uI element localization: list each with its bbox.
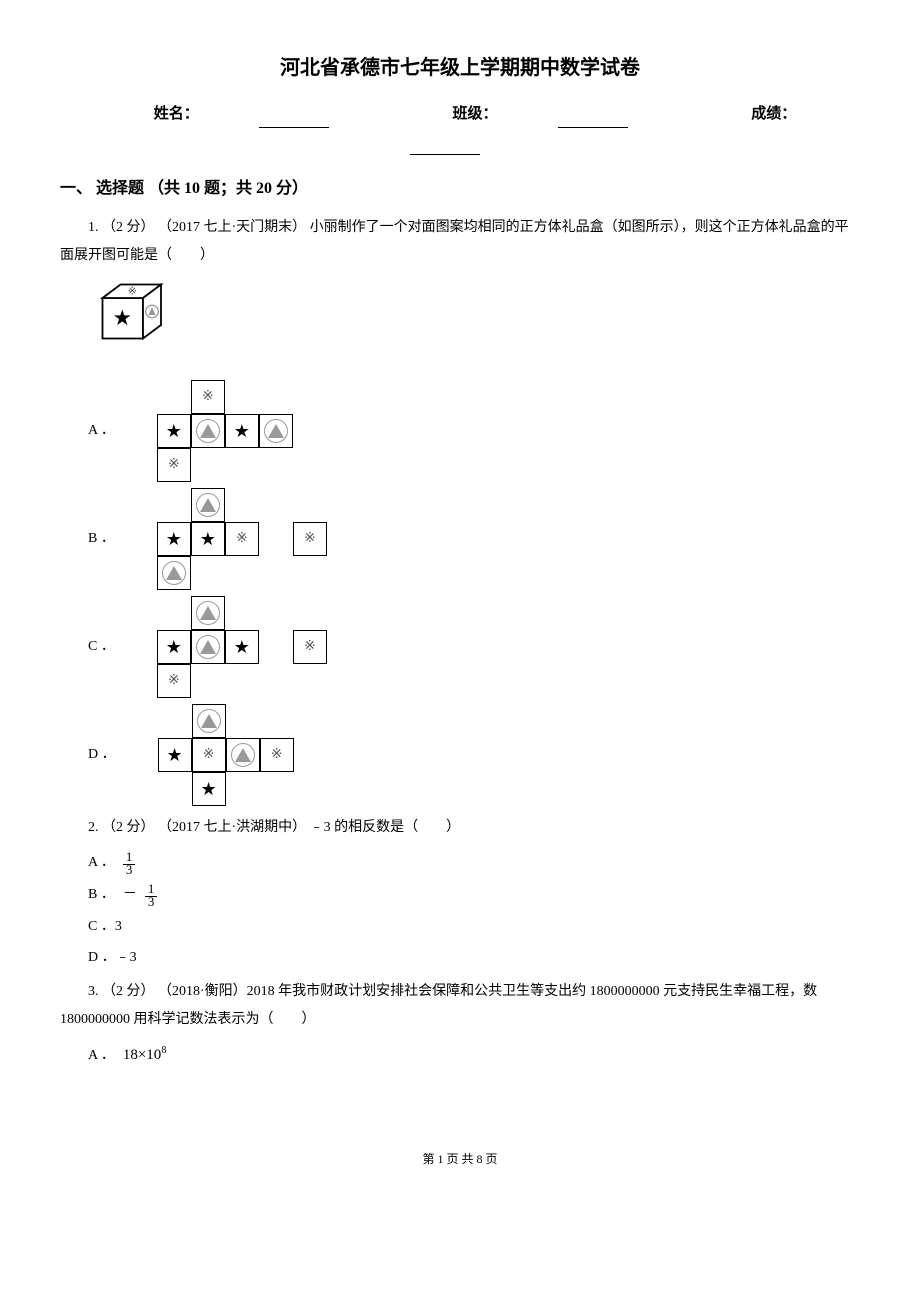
q2-option-d: D ．﹣3 bbox=[88, 945, 860, 970]
class-field: 班级： bbox=[422, 106, 657, 122]
q1-option-c: C ． ※ ※ bbox=[88, 596, 860, 698]
q1-option-d: D ． ※※ bbox=[88, 704, 860, 806]
name-field: 姓名： bbox=[124, 106, 359, 122]
q2-option-a: A ． 13 bbox=[88, 850, 860, 876]
page-footer: 第 1 页 共 8 页 bbox=[60, 1149, 860, 1171]
svg-text:※: ※ bbox=[128, 285, 137, 297]
svg-text:★: ★ bbox=[113, 306, 132, 330]
q3-option-a: A ． 18×108 bbox=[88, 1042, 860, 1069]
question-1-text: 1. （2 分） （2017 七上·天门期末） 小丽制作了一个对面图案均相同的正… bbox=[60, 214, 860, 270]
question-2-text: 2. （2 分） （2017 七上·洪湖期中） ﹣3 的相反数是（ ） bbox=[60, 814, 860, 842]
q2-option-c: C ．3 bbox=[88, 914, 860, 939]
section-1-header: 一、 选择题 （共 10 题；共 20 分） bbox=[60, 175, 860, 204]
page-title: 河北省承德市七年级上学期期中数学试卷 bbox=[60, 50, 860, 86]
q1-option-a: A ． ※ ※ bbox=[88, 380, 860, 482]
student-info: 姓名： 班级： 成绩： bbox=[60, 101, 860, 155]
q1-option-b: B ． ※※ bbox=[88, 488, 860, 590]
question-3-text: 3. （2 分） （2018·衡阳）2018 年我市财政计划安排社会保障和公共卫… bbox=[60, 978, 860, 1034]
q2-option-b: B ． －13 bbox=[88, 882, 860, 908]
cube-figure: ★ ※ bbox=[88, 280, 198, 370]
